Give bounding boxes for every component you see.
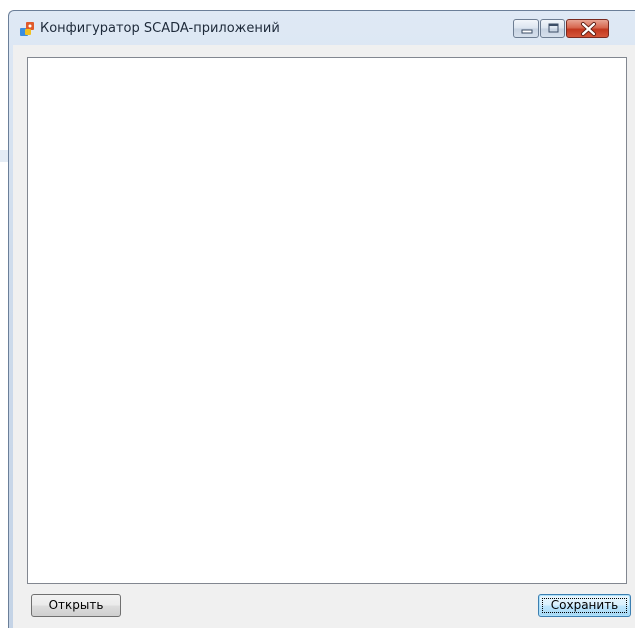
client-area: Открыть Сохранить <box>13 45 635 628</box>
save-button-label: Сохранить <box>550 598 619 612</box>
background-strip-mark <box>0 150 8 162</box>
config-text-editor[interactable] <box>27 57 627 584</box>
scada-app-icon <box>20 22 34 36</box>
maximize-icon <box>548 23 559 33</box>
save-button[interactable]: Сохранить <box>538 594 631 617</box>
open-button-label: Открыть <box>48 598 104 612</box>
minimize-button[interactable] <box>513 19 539 38</box>
title-bar[interactable]: Конфигуратор SCADA-приложений <box>9 11 635 45</box>
app-window: Конфигуратор SCADA-приложений Открыть Со… <box>8 10 635 628</box>
maximize-button[interactable] <box>540 19 565 38</box>
background-strip <box>0 0 8 628</box>
close-icon <box>581 22 596 36</box>
minimize-icon <box>521 29 533 34</box>
open-button[interactable]: Открыть <box>31 594 121 617</box>
close-button[interactable] <box>566 19 609 38</box>
window-title: Конфигуратор SCADA-приложений <box>40 21 280 36</box>
